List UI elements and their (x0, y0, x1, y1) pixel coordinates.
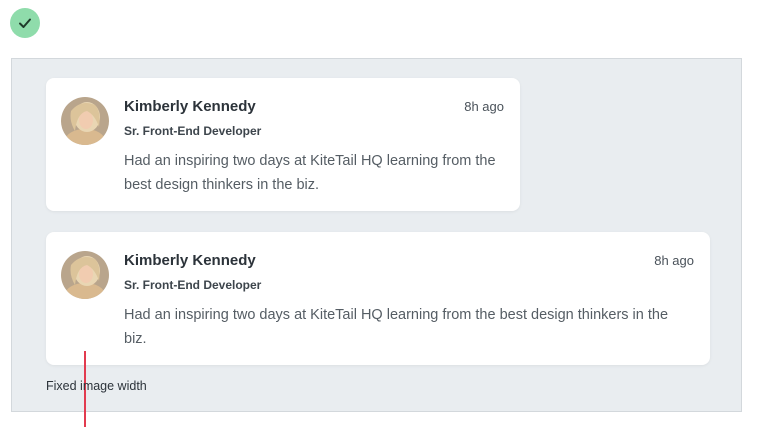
author-name: Kimberly Kennedy (124, 252, 256, 269)
preview-canvas: Kimberly Kennedy Sr. Front-End Developer… (11, 58, 742, 427)
checkmark-icon (10, 8, 40, 38)
timestamp: 8h ago (464, 99, 504, 114)
comment-card: Kimberly Kennedy Sr. Front-End Developer… (46, 78, 520, 211)
comment-text: Had an inspiring two days at KiteTail HQ… (124, 153, 496, 193)
author-role: Sr. Front-End Developer (124, 124, 262, 138)
avatar (61, 97, 109, 145)
author-name: Kimberly Kennedy (124, 98, 256, 115)
comment-text: Had an inspiring two days at KiteTail HQ… (124, 307, 669, 347)
avatar (61, 251, 109, 299)
comment-card: Kimberly Kennedy Sr. Front-End Developer… (46, 232, 710, 365)
annotation-label: Fixed image width (46, 379, 147, 393)
timestamp: 8h ago (654, 253, 694, 268)
author-role: Sr. Front-End Developer (124, 278, 262, 292)
